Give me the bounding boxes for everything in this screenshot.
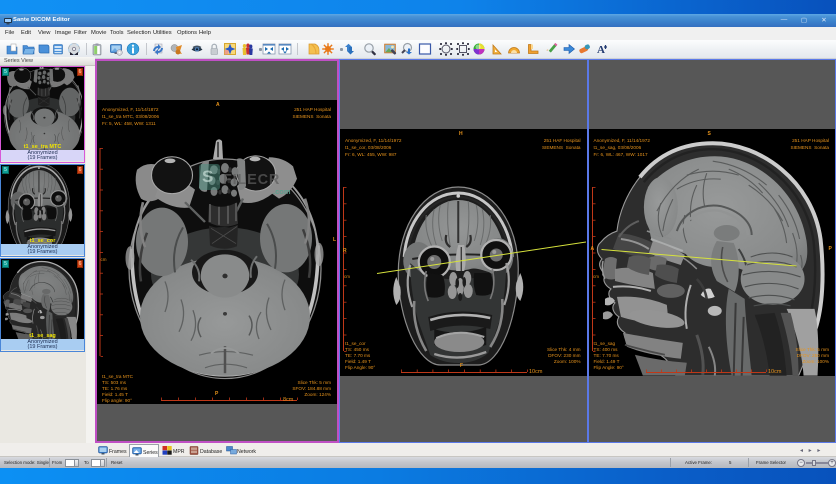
- svg-text:cm: cm: [101, 257, 107, 262]
- svg-text:cm: cm: [593, 274, 599, 279]
- svg-text:10cm: 10cm: [529, 369, 543, 375]
- svg-text:A: A: [597, 44, 605, 56]
- svg-text:cm: cm: [344, 274, 350, 279]
- svg-text:10cm: 10cm: [768, 369, 782, 375]
